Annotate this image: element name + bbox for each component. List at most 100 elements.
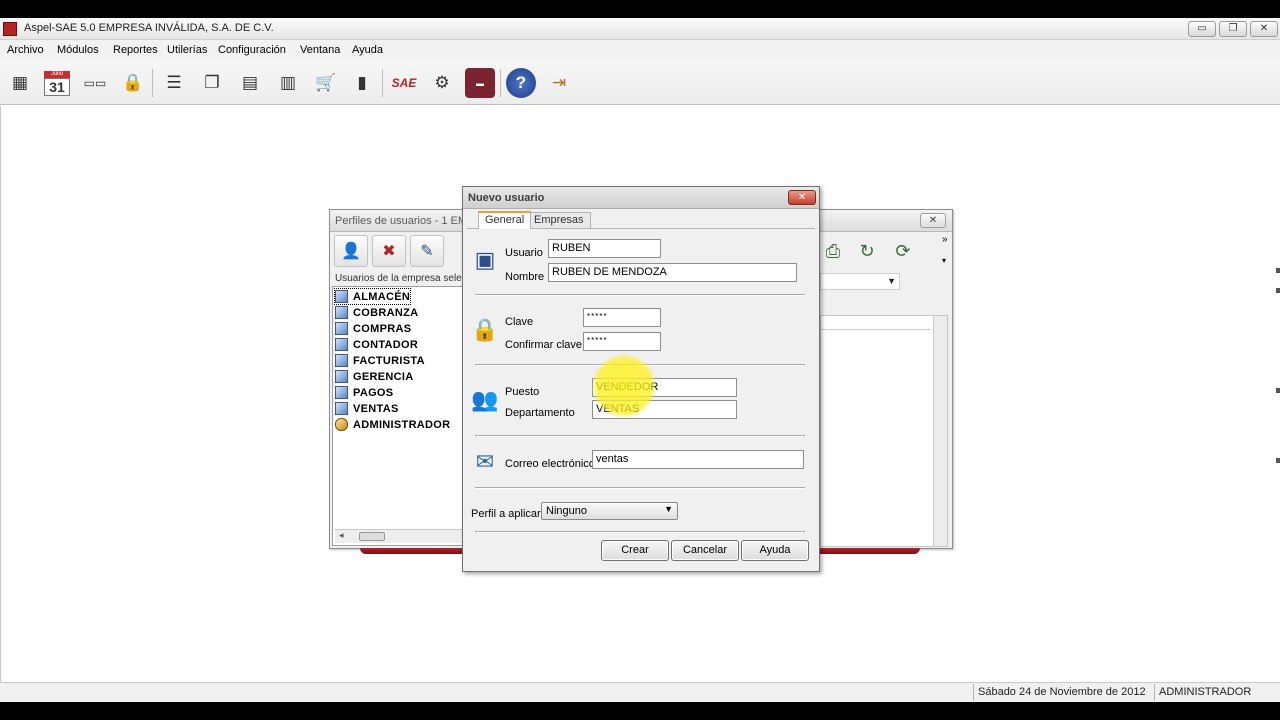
edge-mark xyxy=(1276,388,1280,393)
list-header xyxy=(821,316,931,330)
close-button[interactable]: ✕ xyxy=(1250,21,1278,37)
perfiles-close-button[interactable]: ✕ xyxy=(920,213,946,228)
profiles-list: ALMACÉN COBRANZA COMPRAS CONTADOR FACTUR… xyxy=(332,286,465,546)
fonts-icon[interactable]: ▭▭ xyxy=(80,68,110,98)
title-bar: Aspel-SAE 5.0 EMPRESA INVÁLIDA, S.A. DE … xyxy=(0,18,1280,40)
separator xyxy=(475,487,805,489)
nombre-input[interactable]: RUBEN DE MENDOZA xyxy=(548,263,797,282)
toolbar-dropdown-icon[interactable]: ▾ xyxy=(942,256,946,265)
profile-label: CONTADOR xyxy=(353,338,419,351)
email-icon: ✉ xyxy=(475,449,495,474)
help-icon[interactable]: ? xyxy=(506,68,536,98)
refresh-icon[interactable]: ↻ xyxy=(850,235,884,267)
perfil-select[interactable]: Ninguno ▼ xyxy=(541,502,678,520)
menu-ventana[interactable]: Ventana xyxy=(300,44,340,56)
menu-ayuda[interactable]: Ayuda xyxy=(352,44,383,56)
status-user: ADMINISTRADOR xyxy=(1159,686,1252,698)
profile-icon xyxy=(335,354,348,367)
menu-configuracion[interactable]: Configuración xyxy=(218,44,286,56)
profile-label: FACTURISTA xyxy=(353,354,425,367)
user-profile-icon[interactable]: 👤 xyxy=(334,235,368,267)
puesto-label: Puesto xyxy=(505,386,540,398)
clave-label: Clave xyxy=(505,316,534,328)
chart-icon[interactable]: ▮ xyxy=(347,68,377,98)
sae-logo-icon[interactable]: SAE xyxy=(389,68,419,98)
correo-input[interactable]: ventas xyxy=(592,450,804,469)
profile-label: VENTAS xyxy=(353,402,399,415)
list-item[interactable]: GERENCIA xyxy=(335,369,413,384)
horizontal-scrollbar[interactable]: ◂ xyxy=(335,529,465,543)
edge-mark xyxy=(1276,288,1280,293)
list-caption: Usuarios de la empresa selec xyxy=(335,273,467,284)
puesto-input[interactable]: VENDEDOR xyxy=(592,378,737,397)
list-item[interactable]: ALMACÉN xyxy=(333,288,412,305)
status-divider xyxy=(973,684,974,701)
profile-icon xyxy=(335,386,348,399)
restore-button[interactable]: ❐ xyxy=(1219,21,1247,37)
catalog-icon[interactable]: ▦ xyxy=(5,68,35,98)
scroll-left-icon[interactable]: ◂ xyxy=(339,530,344,541)
exit-icon[interactable]: ⇥ xyxy=(544,68,574,98)
lock-building-icon[interactable]: 🔒 xyxy=(118,68,148,98)
scroll-thumb[interactable] xyxy=(359,532,385,541)
delete-profile-icon[interactable]: ✖ xyxy=(372,235,406,267)
menu-reportes[interactable]: Reportes xyxy=(113,44,158,56)
ayuda-button[interactable]: Ayuda xyxy=(741,540,809,561)
departamento-input[interactable]: VENTAS xyxy=(592,400,737,419)
more-tools-icon[interactable]: » xyxy=(942,234,948,245)
clients-icon[interactable]: ☰ xyxy=(159,68,189,98)
toolbar-separator xyxy=(152,69,153,97)
edit-profile-icon[interactable]: ✎ xyxy=(410,235,444,267)
notebook-icon[interactable]: ▬ xyxy=(465,68,495,98)
usuario-input[interactable]: RUBEN xyxy=(548,239,661,258)
app-icon xyxy=(3,22,17,36)
status-divider xyxy=(1154,684,1155,701)
departamento-label: Departamento xyxy=(505,407,575,419)
profile-label: GERENCIA xyxy=(353,370,414,383)
list-item[interactable]: CONTADOR xyxy=(335,337,418,352)
windows-icon[interactable]: ❐ xyxy=(197,68,227,98)
cart-icon[interactable]: 🛒 xyxy=(311,68,341,98)
list-item[interactable]: PAGOS xyxy=(335,385,393,400)
list-item[interactable]: COBRANZA xyxy=(335,305,418,320)
edge-mark xyxy=(1276,458,1280,463)
chevron-down-icon: ▼ xyxy=(887,276,896,286)
calendar-month: Julio xyxy=(44,70,70,78)
tab-empresas[interactable]: Empresas xyxy=(527,212,591,228)
confirmar-clave-input[interactable]: ***** xyxy=(583,332,661,351)
separator xyxy=(475,435,805,437)
profile-label: ADMINISTRADOR xyxy=(353,418,451,431)
separator xyxy=(475,531,805,533)
network-icon[interactable]: ⚙ xyxy=(427,68,457,98)
menu-utilerias[interactable]: Utilerías xyxy=(167,44,207,56)
dialog-close-button[interactable]: ✕ xyxy=(788,190,816,205)
vertical-scrollbar[interactable] xyxy=(933,316,947,546)
list-item[interactable]: VENTAS xyxy=(335,401,399,416)
profile-label: ALMACÉN xyxy=(353,290,411,303)
sync-icon[interactable]: ⟳ xyxy=(886,235,920,267)
documents-icon[interactable]: ▤ xyxy=(235,68,265,98)
crear-button[interactable]: Crear xyxy=(601,540,669,561)
dialog-title: Nuevo usuario xyxy=(468,192,545,204)
status-bar: Sábado 24 de Noviembre de 2012 ADMINISTR… xyxy=(0,682,1280,702)
nombre-label: Nombre xyxy=(505,271,545,283)
minimize-button[interactable]: ▭ xyxy=(1188,21,1216,37)
chevron-down-icon: ▼ xyxy=(664,504,673,514)
invoices-icon[interactable]: ▥ xyxy=(273,68,303,98)
list-item[interactable]: FACTURISTA xyxy=(335,353,425,368)
print-icon[interactable]: ⎙ xyxy=(816,235,850,267)
calendar-day: 31 xyxy=(44,77,70,96)
tab-general[interactable]: General xyxy=(478,211,532,229)
perfiles-title: Perfiles de usuarios - 1 EM xyxy=(335,215,468,227)
menu-modulos[interactable]: Módulos xyxy=(57,44,99,56)
user-card-icon: ▣ xyxy=(474,247,496,272)
status-date: Sábado 24 de Noviembre de 2012 xyxy=(978,686,1146,698)
cancelar-button[interactable]: Cancelar xyxy=(671,540,739,561)
clave-input[interactable]: ***** xyxy=(583,308,661,327)
list-item[interactable]: COMPRAS xyxy=(335,321,411,336)
menu-archivo[interactable]: Archivo xyxy=(7,44,44,56)
company-select[interactable]: ▼ xyxy=(820,273,900,290)
profile-icon xyxy=(335,322,348,335)
list-item[interactable]: ADMINISTRADOR xyxy=(335,417,450,432)
calendar-icon[interactable]: Julio 31 xyxy=(42,68,72,98)
